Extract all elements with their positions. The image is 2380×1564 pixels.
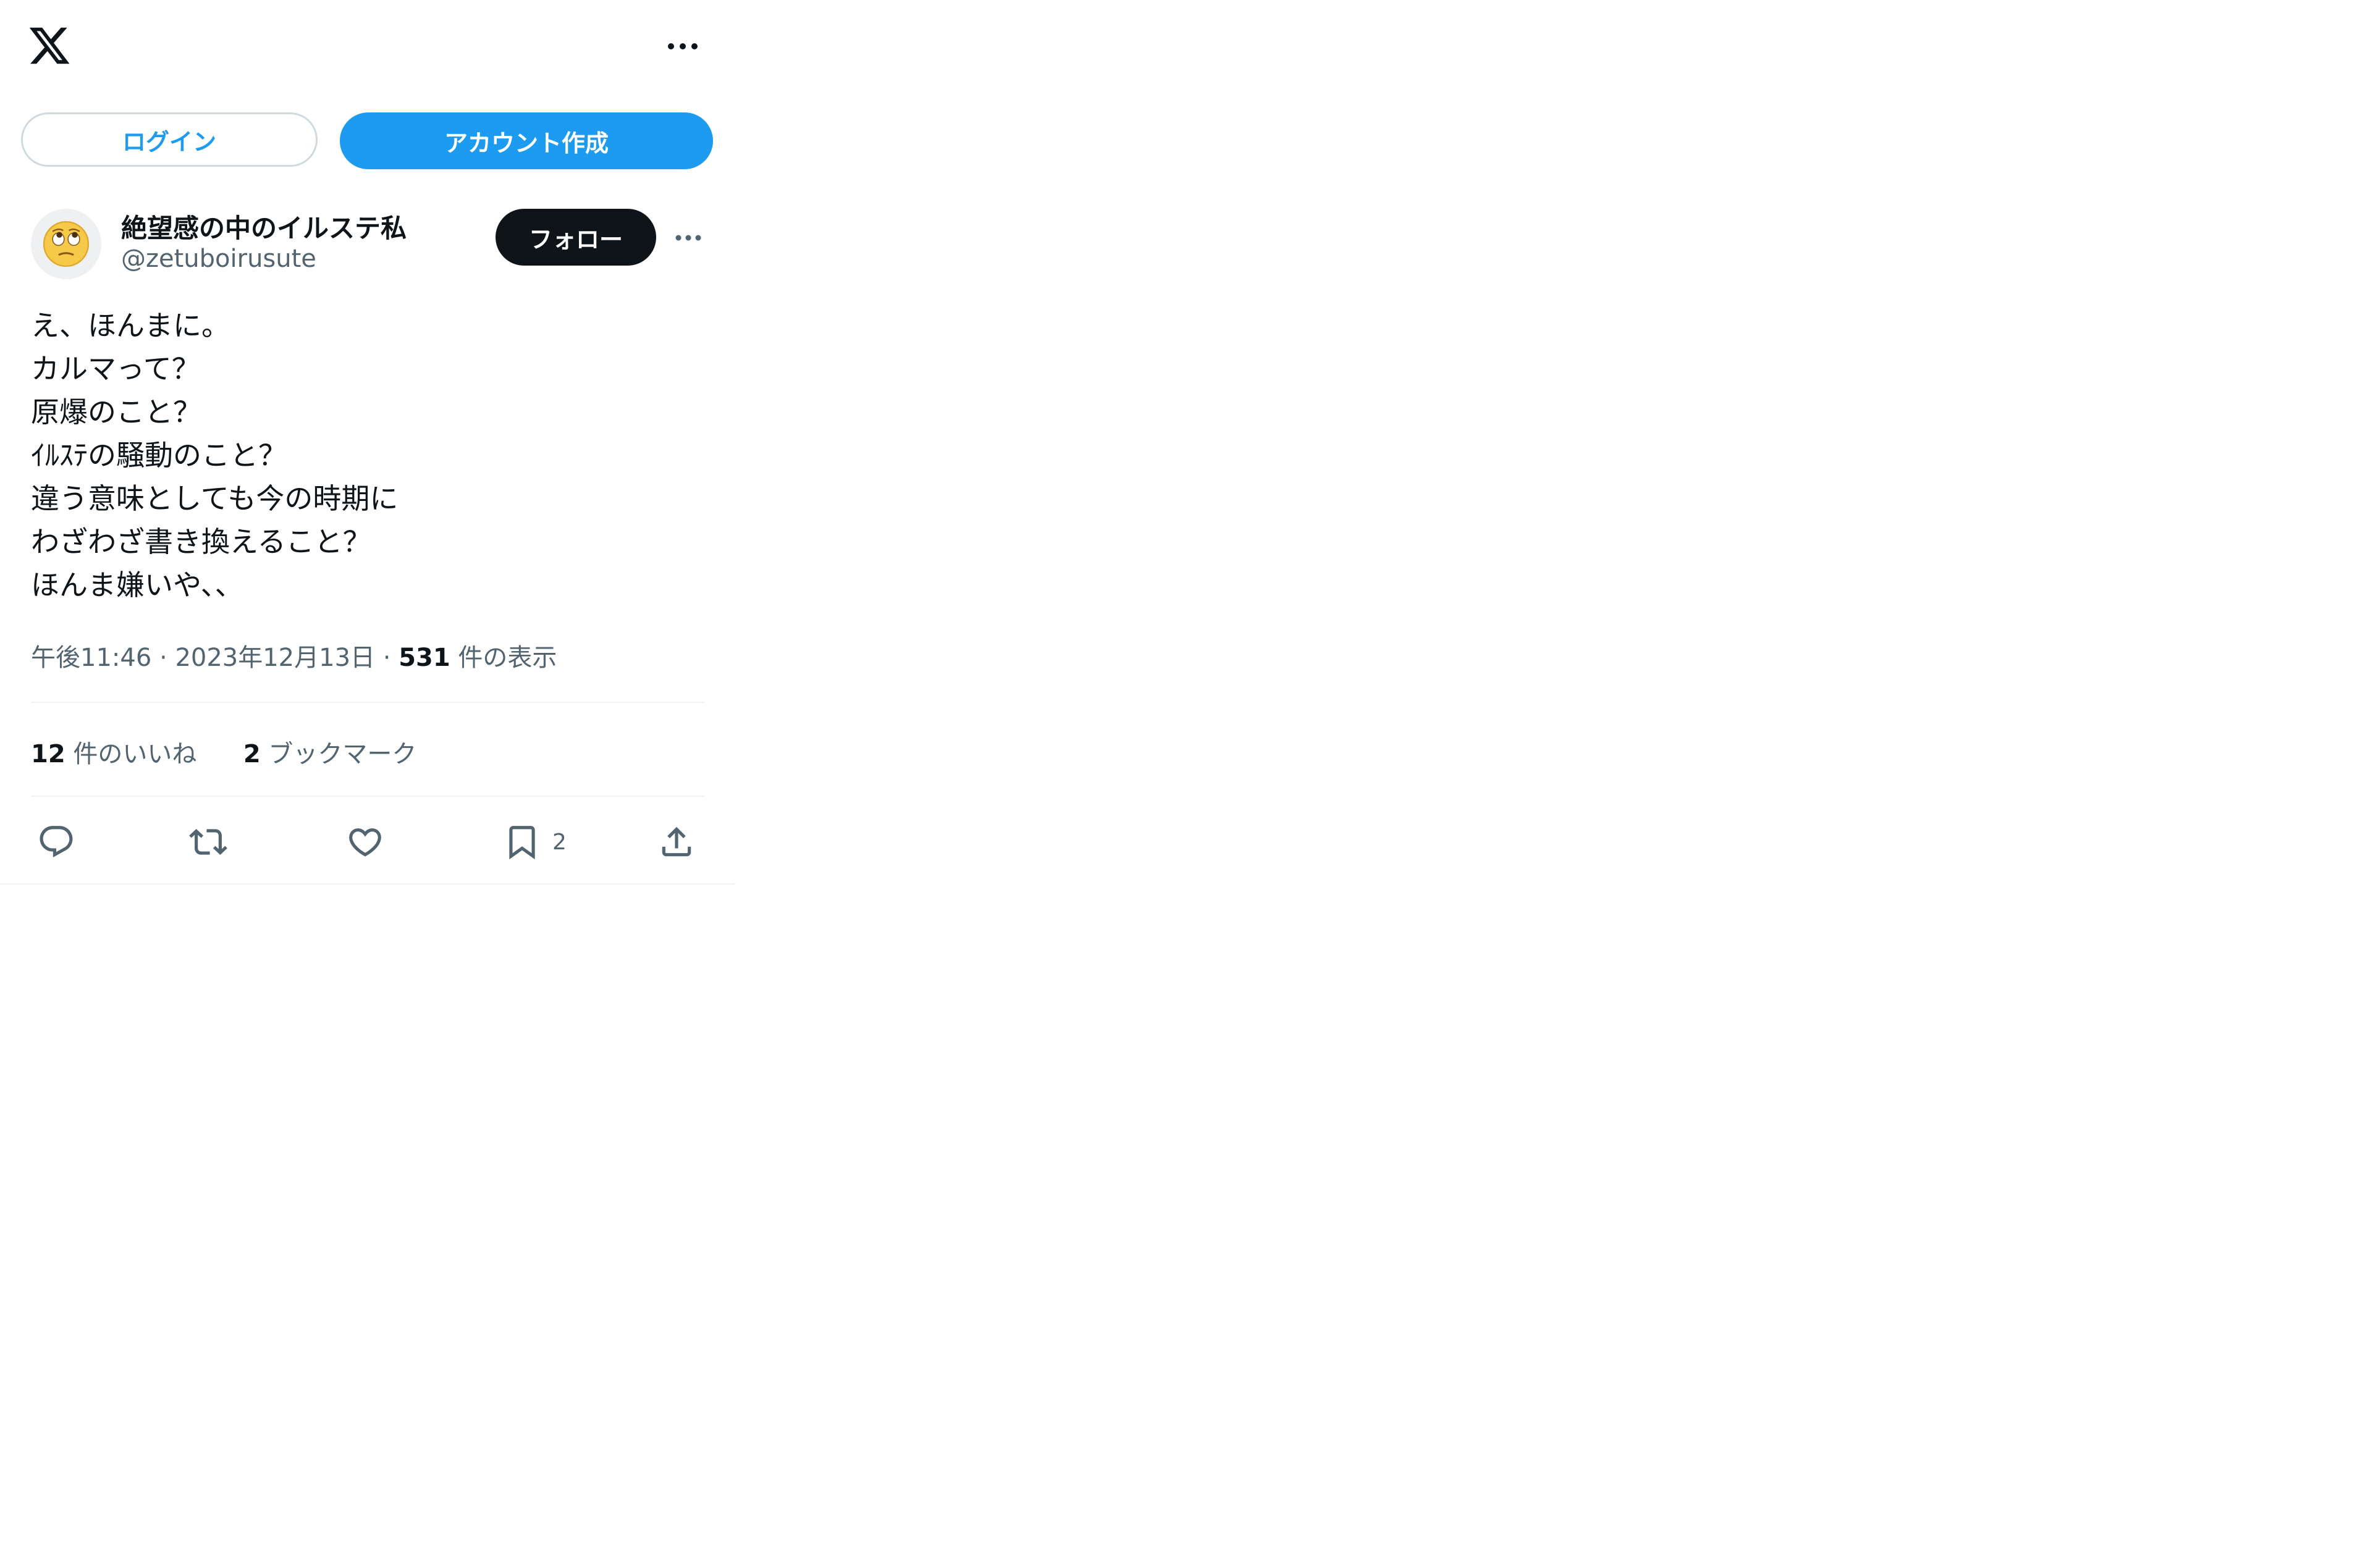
reply-icon xyxy=(40,826,73,858)
tweet-text-line: わざわざ書き換えること？ xyxy=(31,525,371,558)
tweet-date[interactable]: 2023年12月13日 xyxy=(175,644,375,672)
likes-label: 件のいいね xyxy=(73,740,197,768)
retweet-icon xyxy=(189,829,227,855)
views-count: 531 xyxy=(399,644,450,672)
more-horizontal-icon[interactable] xyxy=(661,31,704,62)
tweet-text-line: 違う意味としても今の時期に xyxy=(31,482,399,515)
divider xyxy=(31,702,704,703)
eye-roll-emoji-icon xyxy=(43,221,90,267)
bookmarks-count: 2 xyxy=(243,740,261,768)
tweet-text-line: ｲﾙｽﾃの騒動のこと？ xyxy=(31,439,287,472)
author-handle[interactable]: @zetuboirusute xyxy=(121,245,316,273)
signup-button[interactable]: アカウント作成 xyxy=(340,112,713,169)
tweet-time[interactable]: 午後11:46 xyxy=(31,644,151,672)
top-bar xyxy=(0,0,735,99)
heart-icon xyxy=(349,828,381,857)
tweet-more-icon[interactable] xyxy=(670,222,707,253)
bookmark-count: 2 xyxy=(552,829,567,855)
follow-button[interactable]: フォロー xyxy=(496,209,656,266)
meta-separator: · xyxy=(382,644,391,672)
bookmark-icon xyxy=(509,826,535,860)
tweet-stats: 12 件のいいね 2 ブックマーク xyxy=(31,734,416,770)
share-icon xyxy=(662,826,691,857)
divider xyxy=(0,883,735,885)
tweet-text-line: ほんま嫌いや、、 xyxy=(31,568,243,602)
author-display-name[interactable]: 絶望感の中のイルステ私 xyxy=(121,208,407,245)
x-logo-icon[interactable] xyxy=(27,23,72,68)
likes-count: 12 xyxy=(31,740,65,768)
retweet-button[interactable] xyxy=(189,814,227,870)
tweet-meta: 午後11:46 · 2023年12月13日 · 531 件の表示 xyxy=(31,637,557,673)
meta-separator: · xyxy=(159,644,167,672)
tweet-text-line: カルマって？ xyxy=(31,352,200,385)
bookmark-button[interactable]: 2 xyxy=(503,814,567,870)
divider xyxy=(31,796,704,797)
reply-button[interactable] xyxy=(37,814,75,870)
bookmarks-label: ブックマーク xyxy=(268,740,417,768)
bookmarks-stat[interactable]: 2 ブックマーク xyxy=(243,740,417,768)
login-button[interactable]: ログイン xyxy=(21,112,318,167)
auth-buttons: ログイン アカウント作成 xyxy=(0,112,735,169)
tweet-text-line: 原爆のこと？ xyxy=(31,395,201,429)
share-button[interactable] xyxy=(657,814,696,870)
like-button[interactable] xyxy=(346,814,384,870)
tweet-text: え、ほんまに。 カルマって？ 原爆のこと？ ｲﾙｽﾃの騒動のこと？ 違う意味とし… xyxy=(31,304,704,607)
avatar[interactable] xyxy=(31,209,101,279)
views-label: 件の表示 xyxy=(458,644,557,672)
tweet-text-line: え、ほんまに。 xyxy=(31,309,230,342)
tweet-actions: 2 xyxy=(0,814,735,870)
likes-stat[interactable]: 12 件のいいね xyxy=(31,740,196,768)
